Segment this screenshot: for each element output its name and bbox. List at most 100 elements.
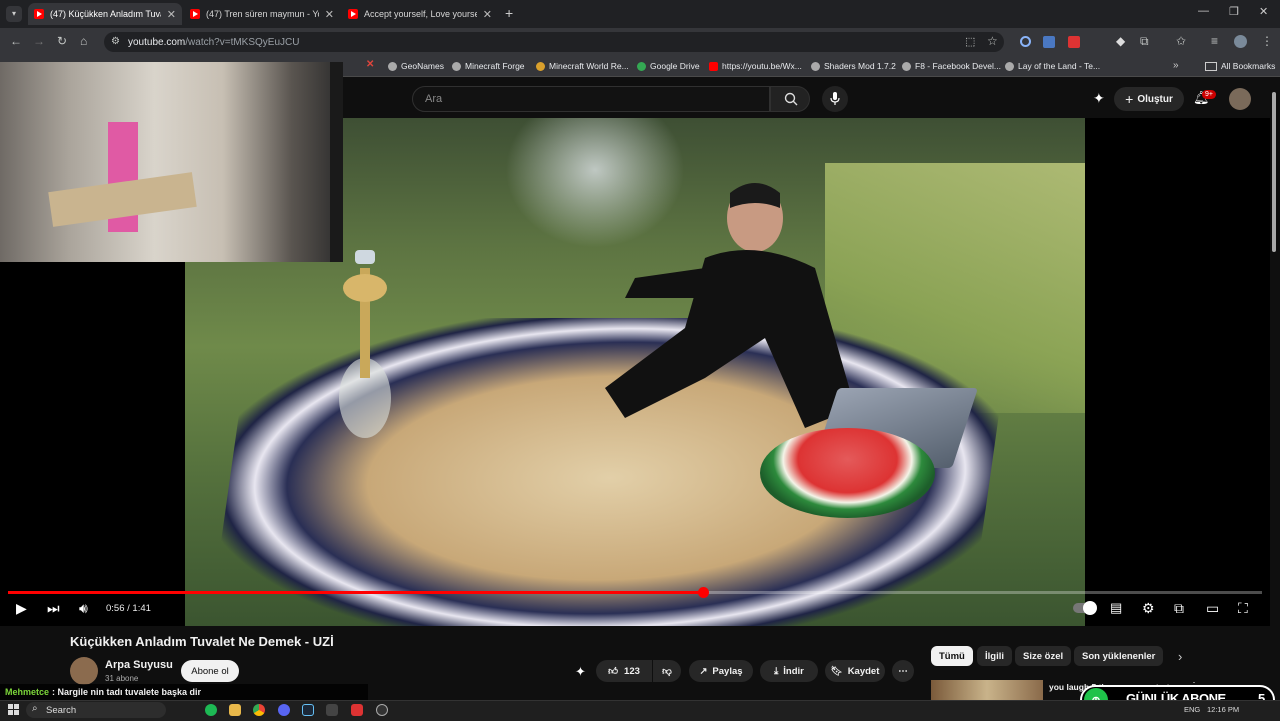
premium-gem-icon[interactable]: ✦ bbox=[1093, 90, 1105, 107]
restore-window-button[interactable]: ❐ bbox=[1229, 5, 1239, 18]
home-icon[interactable]: ⌂ bbox=[80, 34, 87, 48]
chip-for-you[interactable]: Size özel bbox=[1015, 646, 1072, 666]
back-icon[interactable]: ← bbox=[10, 34, 22, 48]
bookmark-google-drive[interactable]: Google Drive bbox=[637, 61, 700, 71]
bookmark-minecraft-forge[interactable]: Minecraft Forge bbox=[452, 61, 525, 71]
bookmark-star-icon[interactable]: ☆ bbox=[987, 34, 998, 48]
fullscreen-icon[interactable]: ⛶ bbox=[1238, 600, 1248, 617]
search-icon: ⌕ bbox=[32, 703, 38, 714]
theater-mode-icon[interactable]: ▭ bbox=[1206, 600, 1219, 617]
chips-next-icon[interactable]: › bbox=[1178, 649, 1182, 664]
autoplay-toggle[interactable] bbox=[1073, 601, 1097, 615]
ask-ai-icon[interactable]: ✦ bbox=[575, 664, 586, 680]
search-button[interactable] bbox=[770, 86, 810, 112]
media-control-icon[interactable]: ≡ bbox=[1211, 34, 1218, 48]
taskbar-app-obs-icon[interactable] bbox=[376, 704, 388, 716]
tab-search-button[interactable]: ▾ bbox=[6, 6, 22, 22]
recommended-video-thumbnail[interactable] bbox=[931, 680, 1043, 702]
bookmark-shaders-mod[interactable]: Shaders Mod 1.7.2 bbox=[811, 61, 896, 71]
close-tab-icon[interactable]: ✕ bbox=[483, 8, 492, 21]
close-tab-icon[interactable]: ✕ bbox=[167, 8, 176, 21]
close-window-button[interactable]: ✕ bbox=[1259, 5, 1268, 18]
all-bookmarks-button[interactable]: All Bookmarks bbox=[1205, 61, 1275, 71]
create-button[interactable]: + Oluştur bbox=[1114, 87, 1184, 111]
like-button[interactable]: 👍︎ 123 bbox=[596, 660, 652, 682]
profile-avatar-icon[interactable] bbox=[1234, 35, 1247, 48]
page-scrollbar[interactable] bbox=[1270, 86, 1278, 256]
bookmark-geonames[interactable]: GeoNames bbox=[388, 61, 444, 71]
bookmark-minecraft-world[interactable]: Minecraft World Re... bbox=[536, 61, 629, 71]
play-icon[interactable]: ▶ bbox=[16, 600, 27, 617]
taskbar-app-explorer-icon[interactable] bbox=[229, 704, 241, 716]
bookmark-lay-of-the-land[interactable]: Lay of the Land - Te... bbox=[1005, 61, 1100, 71]
bookmark-favicon-icon bbox=[388, 61, 397, 71]
address-bar[interactable]: youtube.com/watch?v=tMKSQyEuJCU bbox=[104, 32, 1004, 52]
extension-2-icon[interactable] bbox=[1043, 36, 1055, 48]
windows-taskbar bbox=[0, 700, 1280, 721]
tab-video-2[interactable]: (47) Tren süren maymun - YouT ✕ bbox=[184, 3, 340, 25]
extension-3-icon[interactable] bbox=[1068, 36, 1080, 48]
bookmark-favicon-icon bbox=[536, 61, 545, 71]
taskbar-app-recorder-icon[interactable] bbox=[351, 704, 363, 716]
chip-all[interactable]: Tümü bbox=[931, 646, 973, 666]
voice-search-button[interactable] bbox=[822, 86, 848, 112]
windows-start-icon[interactable] bbox=[8, 704, 19, 715]
tab-video-1[interactable]: (47) Küçükken Anladım Tuvalet ✕ bbox=[28, 3, 182, 25]
more-horizontal-icon: ⋯ bbox=[898, 665, 908, 677]
more-actions-button[interactable]: ⋯ bbox=[892, 660, 914, 682]
bookmarks-star-icon[interactable]: ✩ bbox=[1176, 34, 1186, 48]
miniplayer-icon[interactable]: ⧉ bbox=[1174, 600, 1184, 617]
chip-recently-uploaded[interactable]: Son yüklenenler bbox=[1074, 646, 1164, 666]
minimize-window-button[interactable]: — bbox=[1198, 5, 1209, 17]
taskbar-app-editor-icon[interactable] bbox=[326, 704, 338, 716]
subscribe-button[interactable]: Abone ol bbox=[181, 660, 239, 682]
scrollbar-thumb[interactable] bbox=[1272, 92, 1276, 252]
forward-icon[interactable]: → bbox=[33, 34, 45, 48]
video-watermelon bbox=[760, 428, 935, 518]
download-icon: ⤓ bbox=[774, 665, 779, 677]
close-tab-icon[interactable]: ✕ bbox=[325, 8, 334, 21]
bookmark-icon: 🔖︎ bbox=[830, 665, 843, 677]
taskbar-search-input[interactable]: ⌕ Search bbox=[26, 702, 166, 718]
taskbar-app-chrome-icon[interactable] bbox=[253, 704, 265, 716]
share-button[interactable]: ↗ Paylaş bbox=[689, 660, 753, 682]
youtube-favicon-icon bbox=[190, 9, 200, 19]
extension-4-icon[interactable]: ◆ bbox=[1116, 34, 1125, 48]
tab-video-3[interactable]: Accept yourself, Love yourself ✕ bbox=[342, 3, 498, 25]
chat-username: Mehmetce bbox=[5, 687, 50, 697]
taskbar-app-spotify-icon[interactable] bbox=[205, 704, 217, 716]
bookmark-youtube-link[interactable]: https://youtu.be/Wx... bbox=[709, 61, 802, 71]
taskbar-app-discord-icon[interactable] bbox=[278, 704, 290, 716]
site-info-icon[interactable]: ⚙ bbox=[111, 36, 120, 47]
bookmark-facebook-devel[interactable]: F8 - Facebook Devel... bbox=[902, 61, 1001, 71]
progress-bar-played bbox=[8, 591, 703, 594]
notification-badge: 9+ bbox=[1202, 90, 1216, 99]
settings-gear-icon[interactable]: ⚙ bbox=[1142, 600, 1155, 617]
chip-related[interactable]: İlgili bbox=[977, 646, 1012, 666]
extension-1-icon[interactable] bbox=[1020, 36, 1031, 47]
extensions-puzzle-icon[interactable]: ⧉ bbox=[1140, 34, 1149, 49]
thumbs-down-icon: 👎︎ bbox=[662, 666, 672, 677]
search-input[interactable]: Ara bbox=[412, 86, 770, 112]
volume-icon[interactable]: 🔊︎ bbox=[79, 600, 88, 617]
browser-menu-icon[interactable]: ⋮ bbox=[1261, 34, 1273, 48]
bookmark-x-icon[interactable]: ✕ bbox=[366, 59, 374, 70]
account-avatar[interactable] bbox=[1229, 88, 1251, 110]
reload-icon[interactable]: ↻ bbox=[57, 34, 67, 48]
subtitles-icon[interactable]: ▤ bbox=[1110, 600, 1122, 616]
channel-name[interactable]: Arpa Suyusu bbox=[105, 659, 173, 671]
bookmarks-overflow-icon[interactable]: » bbox=[1173, 60, 1179, 71]
install-app-icon[interactable]: ⬚ bbox=[965, 35, 975, 48]
new-tab-button[interactable]: + bbox=[505, 5, 513, 21]
webcam-overlay bbox=[0, 62, 343, 262]
next-video-icon[interactable]: ⏭︎ bbox=[47, 600, 60, 617]
plus-icon: + bbox=[1125, 91, 1134, 107]
progress-scrubber[interactable] bbox=[698, 587, 709, 598]
channel-avatar[interactable] bbox=[70, 657, 98, 685]
dislike-button[interactable]: 👎︎ bbox=[653, 660, 681, 682]
save-button[interactable]: 🔖︎ Kaydet bbox=[825, 660, 885, 682]
taskbar-app-steam-icon[interactable] bbox=[302, 704, 314, 716]
tray-language[interactable]: ENG bbox=[1184, 705, 1200, 714]
download-button[interactable]: ⤓ İndir bbox=[760, 660, 818, 682]
tray-clock[interactable]: 12:16 PM bbox=[1207, 705, 1239, 714]
